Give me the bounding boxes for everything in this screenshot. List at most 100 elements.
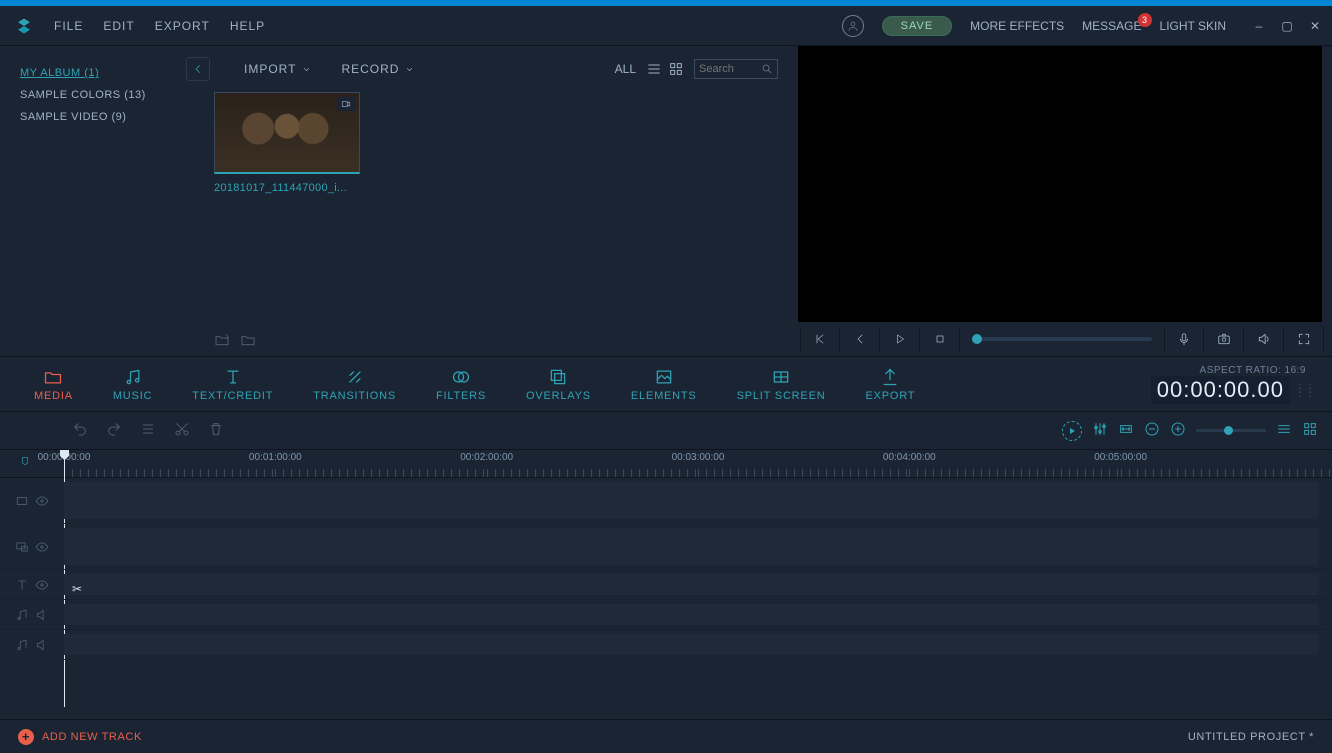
tab-label: ELEMENTS [631,390,697,402]
preview-screen [798,46,1322,322]
eye-icon[interactable] [35,578,49,592]
add-track-label: ADD NEW TRACK [42,731,142,743]
cut-icon[interactable] [174,421,190,440]
search-field[interactable] [699,63,761,75]
audio-track-1[interactable] [0,600,1332,630]
menu-edit[interactable]: EDIT [103,19,134,33]
prev-frame-button[interactable] [800,327,840,351]
light-skin-link[interactable]: LIGHT SKIN [1160,19,1226,33]
list-view-icon[interactable] [646,61,662,77]
zoom-in-icon[interactable] [1170,421,1186,440]
redo-icon[interactable] [106,421,122,440]
sidebar-item-my-album[interactable]: MY ALBUM (1) [20,62,192,84]
tick-label: 00:04:00:00 [883,452,936,463]
minimize-button[interactable]: – [1250,19,1268,33]
render-button[interactable] [1062,421,1082,441]
message-label: MESSAGE [1082,19,1141,33]
speaker-icon[interactable] [35,608,49,622]
tab-transitions[interactable]: TRANSITIONS [293,366,416,402]
pip-track-icon [15,540,29,554]
tab-filters[interactable]: FILTERS [416,366,506,402]
stop-button[interactable] [920,327,960,351]
search-icon [761,63,773,75]
play-button[interactable] [880,327,920,351]
message-link[interactable]: MESSAGE 3 [1082,19,1141,33]
more-effects-link[interactable]: MORE EFFECTS [970,19,1064,33]
search-input[interactable] [694,59,778,79]
eye-icon[interactable] [35,494,49,508]
library-toolbar: IMPORT RECORD ALL [200,46,792,92]
media-thumbnail[interactable]: 20181017_111447000_i... [214,92,360,194]
grip-icon[interactable]: ⋮⋮⋮⋮ [1294,386,1306,394]
track-body[interactable] [64,634,1318,655]
eye-icon[interactable] [35,540,49,554]
record-dropdown[interactable]: RECORD [341,62,414,76]
list-icon[interactable] [140,421,156,440]
fit-icon[interactable] [1118,421,1134,440]
marker-icon[interactable] [20,454,30,472]
track-head[interactable] [0,630,64,659]
tick-label: 00:05:00:00 [1094,452,1147,463]
library-bottom-toolbar [200,326,792,356]
track-body[interactable] [64,604,1318,625]
pip-track[interactable] [0,524,1332,570]
sidebar-item-sample-video[interactable]: SAMPLE VIDEO (9) [20,106,192,128]
sidebar-item-sample-colors[interactable]: SAMPLE COLORS (13) [20,84,192,106]
zoom-out-icon[interactable] [1144,421,1160,440]
folder-icon[interactable] [240,332,256,351]
track-body[interactable] [64,482,1318,519]
message-badge: 3 [1138,13,1152,27]
track-head[interactable] [0,478,64,523]
tick-label: 00:03:00:00 [672,452,725,463]
audio-track-icon [15,638,29,652]
menu-file[interactable]: FILE [54,19,83,33]
delete-icon[interactable] [208,421,224,440]
timeline-ruler[interactable]: 00:00:00:00 00:01:00:00 00:02:00:00 00:0… [0,450,1332,478]
undo-icon[interactable] [72,421,88,440]
tab-split-screen[interactable]: SPLIT SCREEN [717,366,846,402]
speaker-icon[interactable] [35,638,49,652]
zoom-slider[interactable] [1196,429,1266,432]
track-head[interactable] [0,600,64,629]
track-head[interactable] [0,570,64,599]
grid-icon[interactable] [1302,421,1318,440]
grid-view-icon[interactable] [668,61,684,77]
maximize-button[interactable]: ▢ [1278,19,1296,33]
volume-icon[interactable] [1244,327,1284,351]
project-name: UNTITLED PROJECT * [1188,731,1314,743]
menu-help[interactable]: HELP [230,19,265,33]
tab-overlays[interactable]: OVERLAYS [506,366,611,402]
tick-label: 00:02:00:00 [460,452,513,463]
mixer-icon[interactable] [1092,421,1108,440]
tab-export[interactable]: EXPORT [845,366,935,402]
video-track-1[interactable] [0,478,1332,524]
menu-export[interactable]: EXPORT [155,19,210,33]
save-button[interactable]: SAVE [882,16,953,36]
snapshot-icon[interactable] [1204,327,1244,351]
audio-track-2[interactable] [0,630,1332,660]
new-folder-icon[interactable] [214,332,230,351]
user-icon[interactable] [842,15,864,37]
text-track[interactable] [0,570,1332,600]
tab-label: MUSIC [113,390,152,402]
tick-label: 00:01:00:00 [249,452,302,463]
tab-text[interactable]: TEXT/CREDIT [172,366,293,402]
menu-items: FILE EDIT EXPORT HELP [54,19,265,33]
menu-icon[interactable] [1276,421,1292,440]
scissors-icon[interactable]: ✂ [72,582,82,596]
tab-media[interactable]: MEDIA [14,366,93,402]
tab-music[interactable]: MUSIC [93,366,172,402]
track-body[interactable] [64,574,1318,595]
voiceover-icon[interactable] [1164,327,1204,351]
track-head[interactable] [0,524,64,569]
close-button[interactable]: ✕ [1306,19,1324,33]
tab-elements[interactable]: ELEMENTS [611,366,717,402]
import-dropdown[interactable]: IMPORT [244,62,311,76]
preview-slider[interactable] [972,337,1152,341]
add-track-button[interactable]: + ADD NEW TRACK [18,729,142,745]
music-icon [123,366,143,388]
back-button[interactable] [186,57,210,81]
track-body[interactable] [64,528,1318,565]
step-back-button[interactable] [840,327,880,351]
fullscreen-icon[interactable] [1284,327,1324,351]
